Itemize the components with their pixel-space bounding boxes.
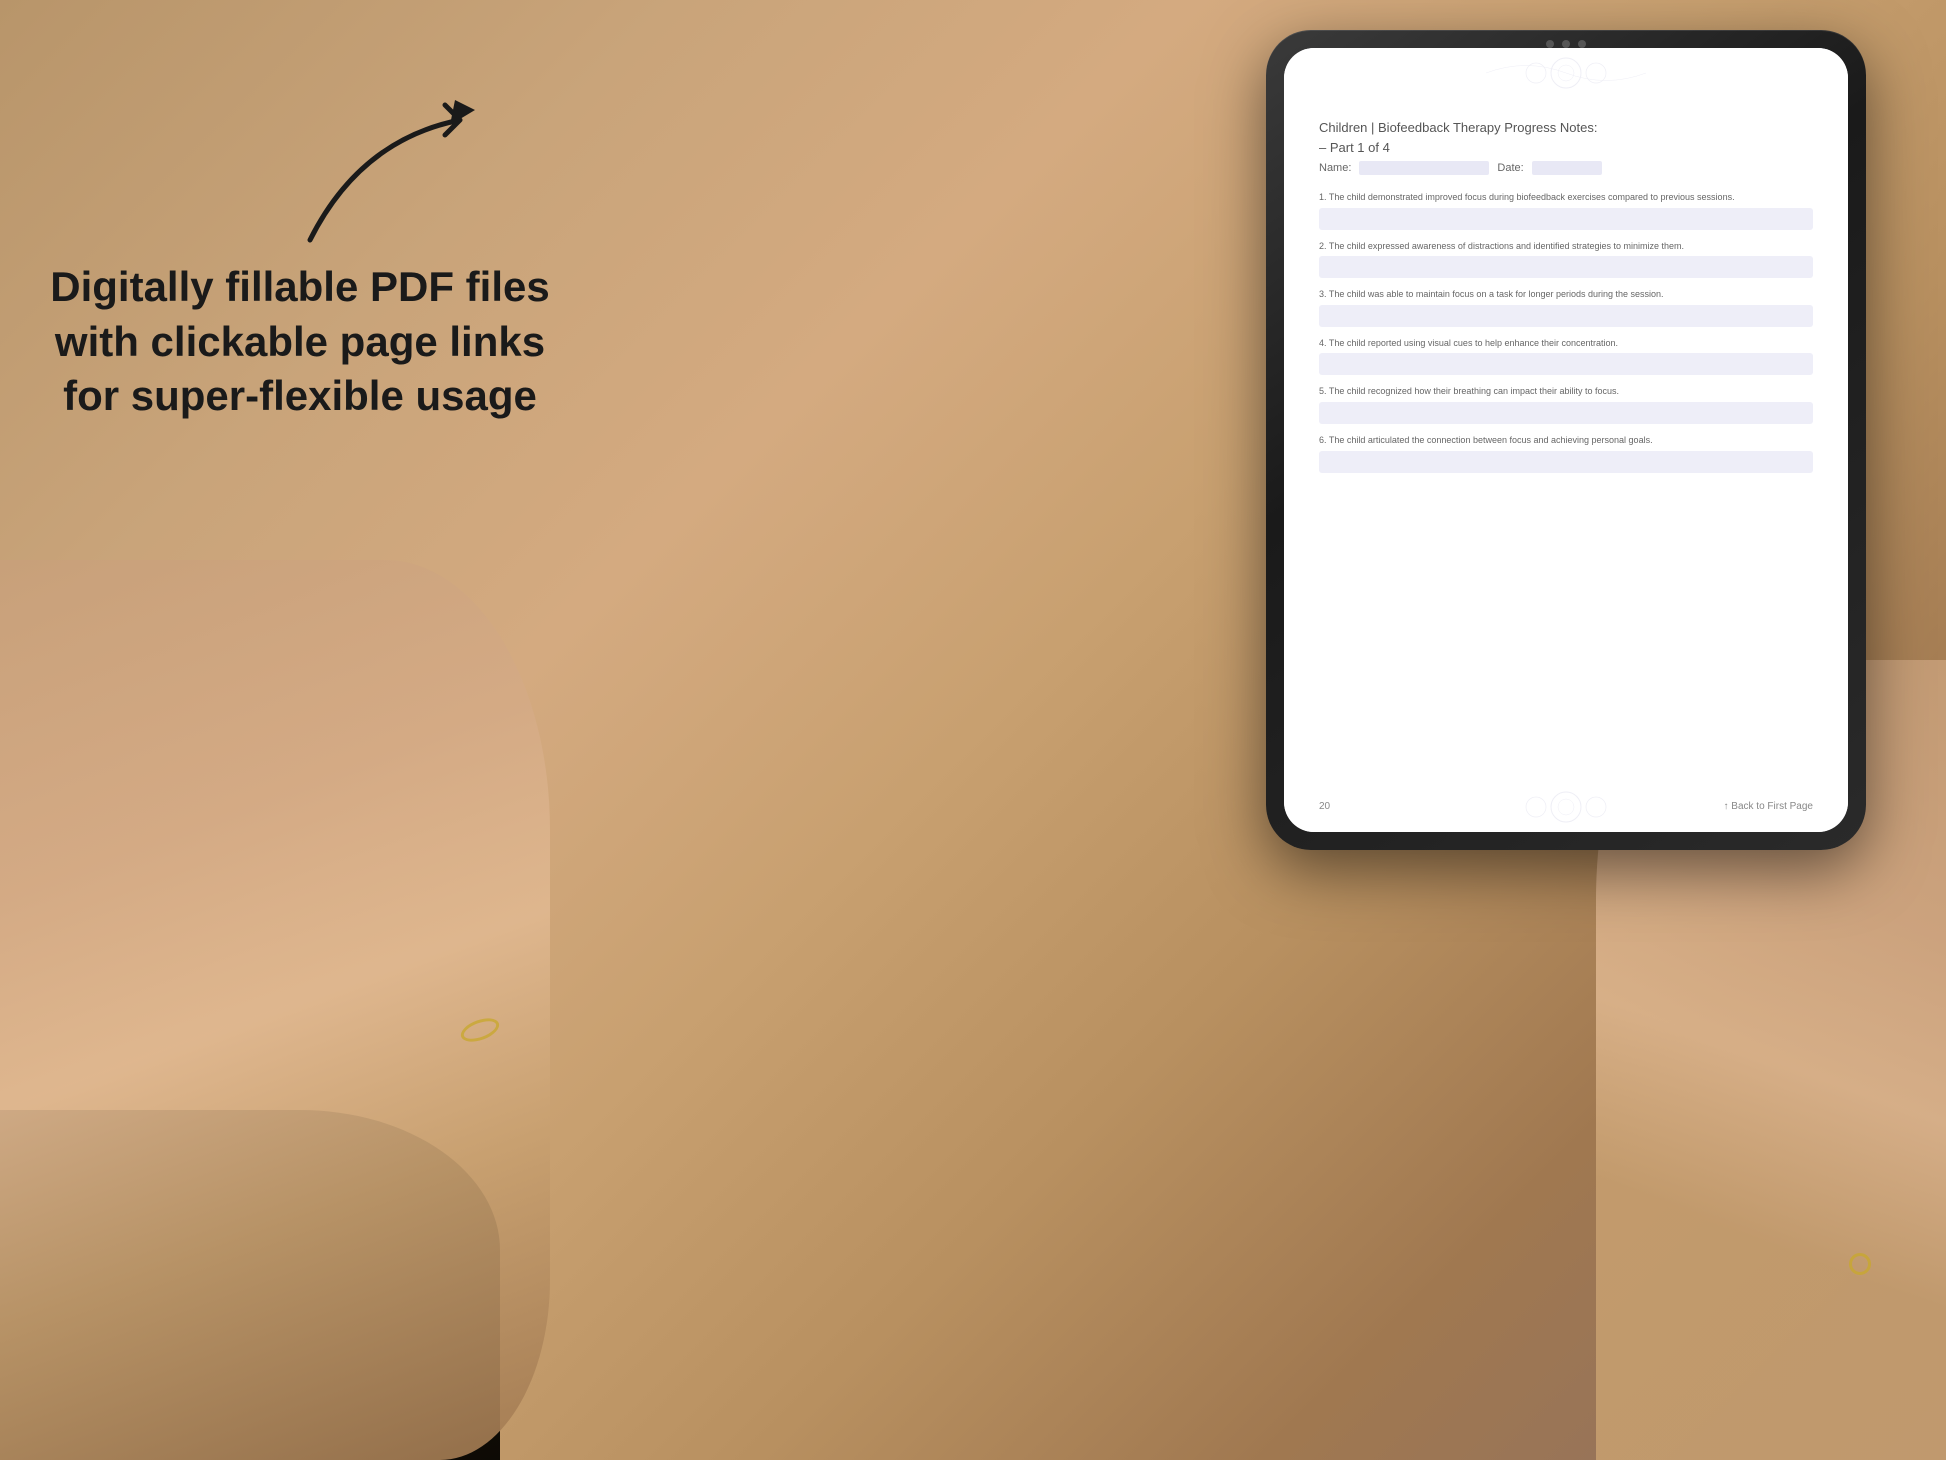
camera-dot-3 xyxy=(1578,40,1586,48)
pdf-page: Children | Biofeedback Therapy Progress … xyxy=(1284,48,1848,832)
arrow-icon xyxy=(280,80,560,260)
promo-text: Digitally fillable PDF files with clicka… xyxy=(50,260,550,424)
date-label: Date: xyxy=(1497,162,1523,174)
item-4-text: 4. The child reported using visual cues … xyxy=(1319,337,1813,350)
name-label: Name: xyxy=(1319,162,1351,174)
name-date-row: Name: Date: xyxy=(1319,161,1813,175)
list-item: 1. The child demonstrated improved focus… xyxy=(1319,191,1813,230)
pdf-title: Children | Biofeedback Therapy Progress … xyxy=(1319,118,1813,157)
item-4-field[interactable] xyxy=(1319,353,1813,375)
item-6-field[interactable] xyxy=(1319,451,1813,473)
list-item: 6. The child articulated the connection … xyxy=(1319,434,1813,473)
list-item: 5. The child recognized how their breath… xyxy=(1319,385,1813,424)
item-1-field[interactable] xyxy=(1319,208,1813,230)
date-input-field[interactable] xyxy=(1532,161,1602,175)
camera-dot-1 xyxy=(1546,40,1554,48)
list-item: 2. The child expressed awareness of dist… xyxy=(1319,240,1813,279)
item-2-text: 2. The child expressed awareness of dist… xyxy=(1319,240,1813,253)
tablet-screen: Children | Biofeedback Therapy Progress … xyxy=(1284,48,1848,832)
page-number: 20 xyxy=(1319,801,1330,812)
tablet-camera-notch xyxy=(1546,40,1586,48)
item-2-field[interactable] xyxy=(1319,256,1813,278)
list-item: 3. The child was able to maintain focus … xyxy=(1319,288,1813,327)
pdf-footer: 20 ↑ Back to First Page xyxy=(1319,793,1813,812)
arrow-container xyxy=(280,80,560,260)
page-decoration-top xyxy=(1284,48,1848,98)
item-1-text: 1. The child demonstrated improved focus… xyxy=(1319,191,1813,204)
pdf-title-line2: – Part 1 of 4 xyxy=(1319,140,1390,155)
list-item: 4. The child reported using visual cues … xyxy=(1319,337,1813,376)
item-3-text: 3. The child was able to maintain focus … xyxy=(1319,288,1813,301)
pdf-title-line1: Children | Biofeedback Therapy Progress … xyxy=(1319,120,1597,135)
tablet-outer-frame: Children | Biofeedback Therapy Progress … xyxy=(1266,30,1866,850)
camera-dot-2 xyxy=(1562,40,1570,48)
pdf-items-list: 1. The child demonstrated improved focus… xyxy=(1319,191,1813,807)
name-input-field[interactable] xyxy=(1359,161,1489,175)
item-5-text: 5. The child recognized how their breath… xyxy=(1319,385,1813,398)
item-6-text: 6. The child articulated the connection … xyxy=(1319,434,1813,447)
ring-decoration-right xyxy=(1849,1253,1871,1275)
item-5-field[interactable] xyxy=(1319,402,1813,424)
item-3-field[interactable] xyxy=(1319,305,1813,327)
back-to-first-page-link[interactable]: ↑ Back to First Page xyxy=(1724,801,1813,812)
hand-left xyxy=(0,560,550,1460)
tablet-device: Children | Biofeedback Therapy Progress … xyxy=(1266,30,1866,850)
